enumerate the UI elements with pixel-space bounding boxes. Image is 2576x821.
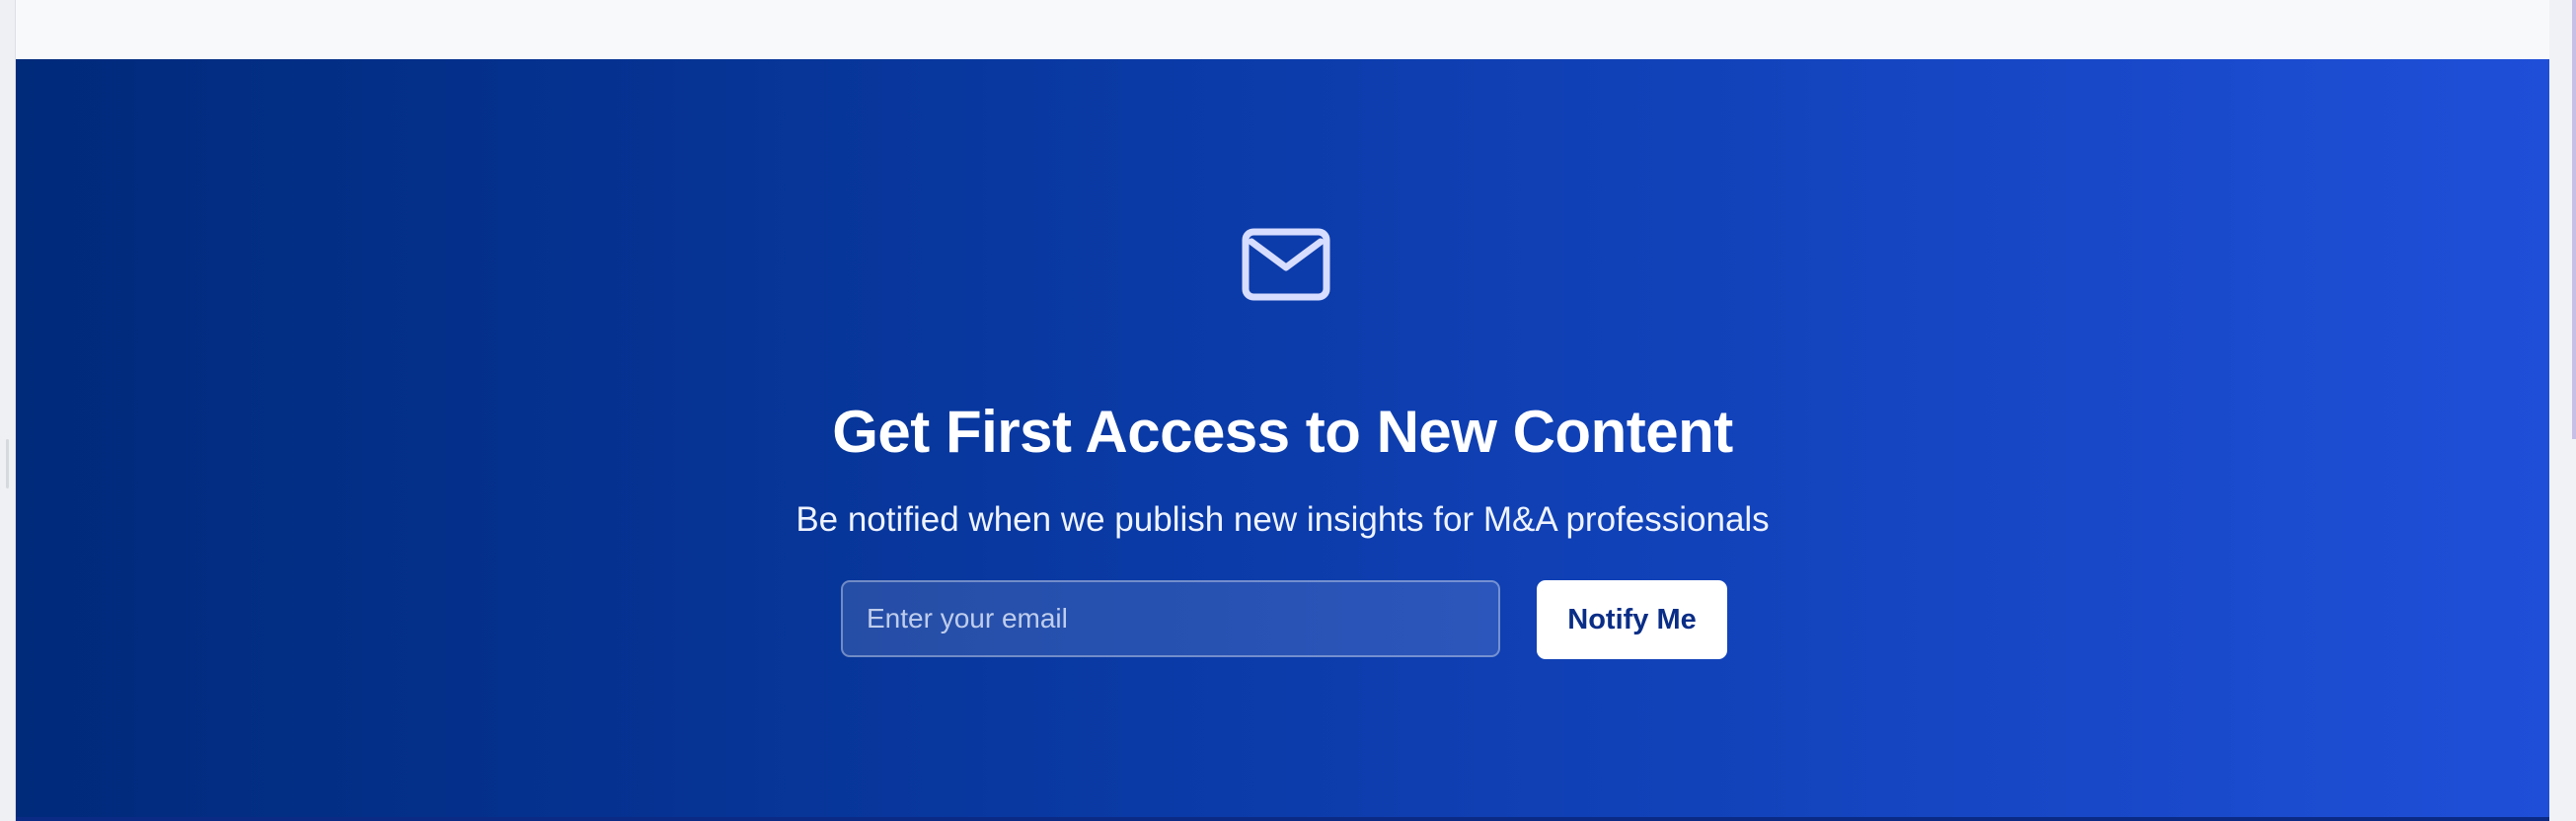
scroll-indicator [2572, 0, 2576, 439]
email-input[interactable] [841, 580, 1500, 657]
left-resize-handle[interactable] [6, 439, 9, 488]
right-scroll-area[interactable] [2548, 0, 2576, 821]
page-top-strip [16, 0, 2549, 59]
left-window-edge [0, 0, 16, 821]
newsletter-title: Get First Access to New Content [832, 399, 1733, 466]
newsletter-subtitle: Be notified when we publish new insights… [796, 500, 1770, 539]
newsletter-hero: Get First Access to New Content Be notif… [16, 59, 2549, 821]
notify-me-button[interactable]: Notify Me [1537, 580, 1727, 659]
mail-icon [1240, 225, 1332, 304]
hero-bottom-line [16, 817, 2549, 821]
